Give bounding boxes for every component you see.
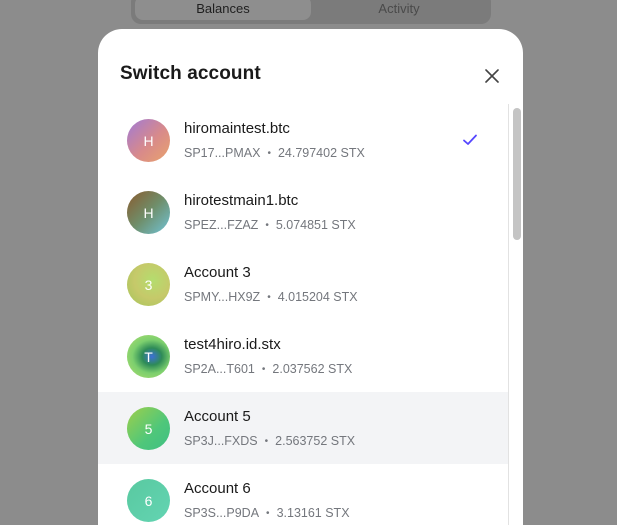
- tab-balances: Balances: [135, 0, 311, 20]
- account-address: SP3J...FXDS: [184, 434, 258, 448]
- avatar: 5: [127, 407, 170, 450]
- account-address: SP3S...P9DA: [184, 506, 260, 520]
- background-tab-bar: Balances Activity: [131, 0, 491, 24]
- account-name: hirotestmain1.btc: [184, 192, 299, 209]
- account-name: Account 3: [184, 264, 251, 281]
- tab-activity: Activity: [378, 0, 420, 16]
- close-button[interactable]: [480, 64, 504, 88]
- separator-dot: •: [261, 363, 266, 375]
- separator-dot: •: [267, 147, 271, 159]
- avatar: 3: [127, 263, 170, 306]
- account-row[interactable]: H hirotestmain1.btc SPEZ...FZAZ • 5.0748…: [98, 176, 508, 248]
- separator-dot: •: [264, 435, 269, 447]
- checkmark-icon: [463, 134, 477, 145]
- account-balance: 2.563752 STX: [275, 434, 356, 448]
- avatar: 6: [127, 479, 170, 522]
- account-row[interactable]: T test4hiro.id.stx SP2A...T601 • 2.03756…: [98, 320, 508, 392]
- account-name: Account 6: [184, 480, 251, 497]
- account-balance: 4.015204 STX: [277, 290, 358, 304]
- account-meta: SP2A...T601 • 2.037562 STX: [184, 362, 352, 376]
- separator-dot: •: [266, 507, 270, 519]
- account-row[interactable]: 3 Account 3 SPMY...HX9Z • 4.015204 STX: [98, 248, 508, 320]
- account-balance: 24.797402 STX: [277, 146, 365, 160]
- account-list: H hiromaintest.btc SP17...PMAX • 24.7974…: [98, 104, 508, 525]
- separator-dot: •: [265, 219, 269, 231]
- account-meta: SP3J...FXDS • 2.563752 STX: [184, 434, 355, 448]
- account-address: SP17...PMAX: [184, 146, 261, 160]
- account-balance: 3.13161 STX: [276, 506, 350, 520]
- account-address: SP2A...T601: [184, 362, 255, 376]
- account-name: hiromaintest.btc: [184, 120, 290, 137]
- account-row[interactable]: 5 Account 5 SP3J...FXDS • 2.563752 STX: [98, 392, 508, 464]
- account-meta: SP3S...P9DA • 3.13161 STX: [184, 506, 350, 520]
- account-meta: SPEZ...FZAZ • 5.074851 STX: [184, 218, 356, 232]
- avatar: H: [127, 119, 170, 162]
- account-balance: 2.037562 STX: [272, 362, 353, 376]
- scrollbar-thumb[interactable]: [513, 108, 521, 240]
- account-meta: SP17...PMAX • 24.797402 STX: [184, 146, 365, 160]
- account-address: SPMY...HX9Z: [184, 290, 261, 304]
- switch-account-modal: Switch account H hiromaintest.btc SP17..…: [98, 29, 523, 525]
- account-name: Account 5: [184, 408, 251, 425]
- account-row[interactable]: H hiromaintest.btc SP17...PMAX • 24.7974…: [98, 104, 508, 176]
- separator-dot: •: [267, 291, 271, 303]
- close-icon: [485, 69, 499, 83]
- account-address: SPEZ...FZAZ: [184, 218, 259, 232]
- account-balance: 5.074851 STX: [275, 218, 356, 232]
- account-row[interactable]: 6 Account 6 SP3S...P9DA • 3.13161 STX: [98, 464, 508, 525]
- scrollbar-track[interactable]: [508, 104, 523, 525]
- avatar: H: [127, 191, 170, 234]
- account-name: test4hiro.id.stx: [184, 336, 281, 353]
- account-meta: SPMY...HX9Z • 4.015204 STX: [184, 290, 358, 304]
- modal-title: Switch account: [120, 63, 261, 84]
- avatar: T: [127, 335, 170, 378]
